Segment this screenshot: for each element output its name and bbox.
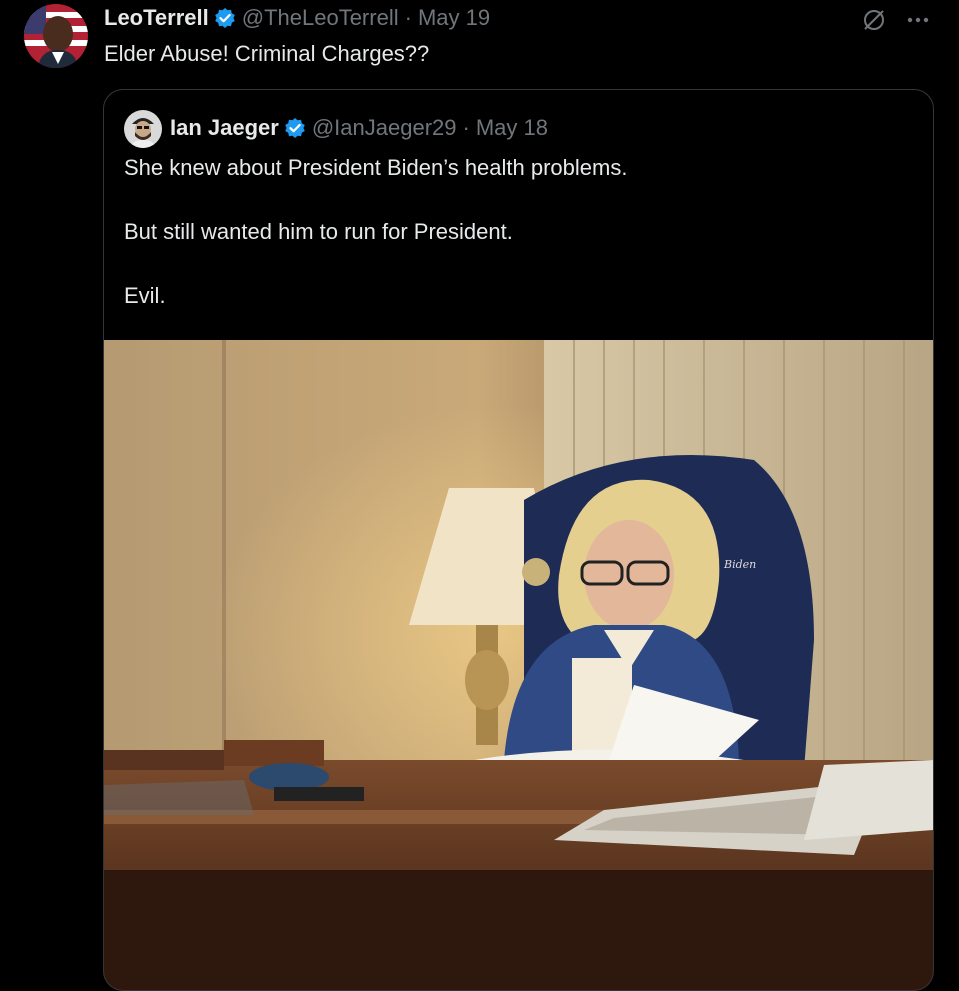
author-avatar[interactable]: [24, 4, 88, 68]
quoted-tweet-card[interactable]: Ian Jaeger @IanJaeger29 · May 18 She kne…: [103, 89, 934, 991]
quoted-tweet-date[interactable]: May 18: [476, 114, 548, 142]
grok-icon[interactable]: [860, 6, 888, 34]
quoted-verified-badge-icon[interactable]: [284, 117, 306, 139]
quoted-author-handle[interactable]: @IanJaeger29: [312, 114, 457, 142]
chair-monogram: Biden: [723, 558, 756, 571]
tweet-text: Elder Abuse! Criminal Charges??: [104, 41, 430, 66]
tweet-date[interactable]: May 19: [418, 4, 490, 32]
quoted-tweet-header: Ian Jaeger @IanJaeger29 · May 18: [170, 114, 548, 142]
author-name[interactable]: LeoTerrell: [104, 4, 209, 32]
author-handle[interactable]: @TheLeoTerrell: [242, 4, 399, 32]
header-separator: ·: [404, 5, 412, 30]
quoted-text-line: But still wanted him to run for Presiden…: [124, 219, 513, 244]
quoted-avatar-image: [124, 110, 162, 148]
quoted-header-separator: ·: [462, 115, 470, 140]
verified-badge-icon[interactable]: [214, 7, 236, 29]
quoted-tweet-photo[interactable]: Biden: [104, 340, 933, 990]
quoted-text-line: She knew about President Biden’s health …: [124, 155, 628, 180]
more-options-icon[interactable]: [904, 6, 932, 34]
quoted-tweet-text: She knew about President Biden’s health …: [124, 154, 627, 346]
quoted-author-name[interactable]: Ian Jaeger: [170, 114, 279, 142]
quoted-author-avatar[interactable]: [124, 110, 162, 148]
avatar-image: [24, 4, 88, 68]
quoted-text-line: Evil.: [124, 283, 166, 308]
tweet-header: LeoTerrell @TheLeoTerrell · May 19: [104, 4, 490, 32]
